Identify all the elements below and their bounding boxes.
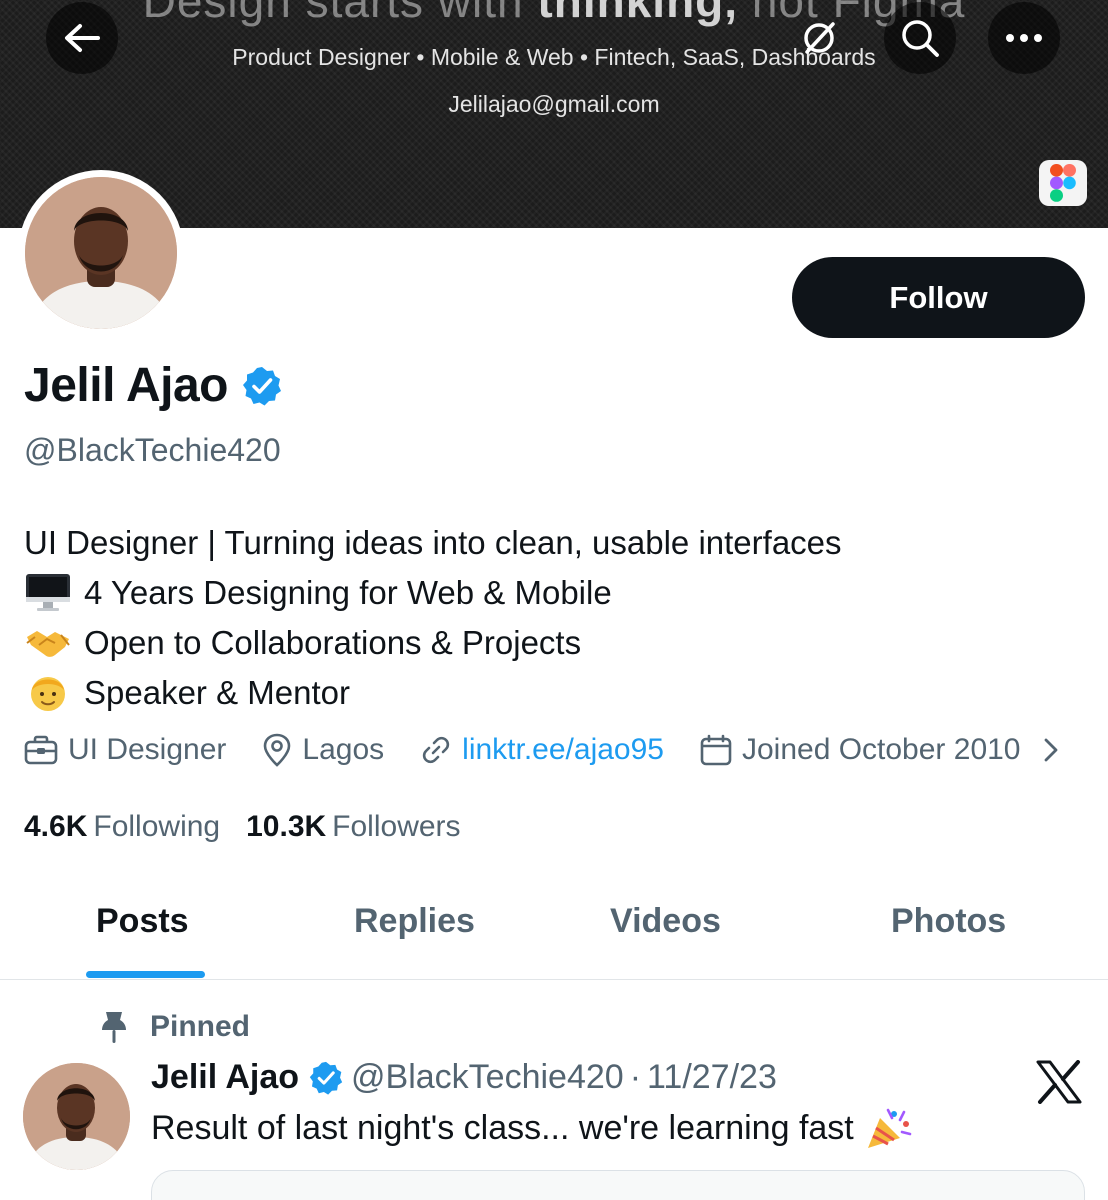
location-item: Lagos xyxy=(262,733,384,767)
profile-name-row: Jelil Ajao xyxy=(24,358,282,413)
bio-line: UI Designer | Turning ideas into clean, … xyxy=(24,518,1094,568)
post-media-card[interactable] xyxy=(151,1170,1085,1200)
handshake-icon xyxy=(24,621,72,665)
profession-item: UI Designer xyxy=(24,733,226,767)
website-link[interactable]: linktr.ee/ajao95 xyxy=(462,733,664,767)
x-logo-icon xyxy=(1036,1060,1082,1104)
pinned-label: Pinned xyxy=(150,1010,251,1043)
profile-meta: UI Designer Lagos linktr.ee/ajao95 Joine… xyxy=(24,733,1059,767)
verified-badge-icon[interactable] xyxy=(242,366,282,406)
avatar-image xyxy=(25,177,177,329)
profile-stats: 4.6K Following 10.3K Followers xyxy=(24,810,487,844)
briefcase-icon xyxy=(24,735,58,765)
location-pin-icon xyxy=(264,733,291,767)
profile-tabs: Posts Replies Videos Photos xyxy=(0,880,1108,980)
joined-text: Joined October 2010 xyxy=(741,733,1021,766)
bio-line-text: Open to Collaborations & Projects xyxy=(84,624,582,661)
post-separator: · xyxy=(629,1058,642,1096)
following-label: Following xyxy=(93,810,221,843)
banner-email: Jelilajao@gmail.com xyxy=(448,91,660,117)
display-name: Jelil Ajao xyxy=(24,359,228,412)
profile-handle: @BlackTechie420 xyxy=(24,432,281,468)
post-text: Result of last night's class... we're le… xyxy=(151,1106,914,1150)
following-count: 4.6K xyxy=(24,810,88,843)
desktop-computer-icon xyxy=(24,571,72,615)
post-header: Jelil Ajao @BlackTechie420 · 11/27/23 xyxy=(151,1058,777,1097)
pin-icon xyxy=(102,1012,126,1043)
location-text: Lagos xyxy=(302,733,385,766)
profile-avatar[interactable] xyxy=(18,170,184,336)
bio-line-text: UI Designer | Turning ideas into clean, … xyxy=(24,524,842,561)
search-icon xyxy=(902,20,939,57)
more-dots-icon xyxy=(1006,34,1042,42)
chevron-right-icon[interactable] xyxy=(1043,737,1059,763)
tab-posts[interactable]: Posts xyxy=(96,902,189,941)
banner-headline-bold: thinking, xyxy=(537,0,739,27)
party-popper-icon xyxy=(867,1108,912,1148)
post-author-avatar[interactable] xyxy=(23,1063,130,1170)
arrow-left-icon xyxy=(65,24,100,52)
following-stat[interactable]: 4.6K Following xyxy=(24,810,220,844)
more-options-button[interactable] xyxy=(988,2,1060,74)
pinned-label-row: Pinned xyxy=(100,1010,250,1044)
grok-button[interactable] xyxy=(783,2,855,74)
verified-badge-icon[interactable] xyxy=(309,1061,343,1095)
link-icon xyxy=(422,736,450,764)
bio-line: Speaker & Mentor xyxy=(24,668,1094,718)
post-text-content: Result of last night's class... we're le… xyxy=(151,1108,854,1147)
followers-label: Followers xyxy=(332,810,461,843)
search-button[interactable] xyxy=(884,2,956,74)
grok-icon xyxy=(804,22,835,54)
bio-line: 4 Years Designing for Web & Mobile xyxy=(24,568,1094,618)
banner-headline-text: Design starts with xyxy=(142,0,538,27)
followers-stat[interactable]: 10.3K Followers xyxy=(246,810,460,844)
profession-text: UI Designer xyxy=(68,733,227,766)
calendar-icon xyxy=(700,734,732,766)
post-author-handle[interactable]: @BlackTechie420 xyxy=(351,1058,624,1097)
bio-line: Open to Collaborations & Projects xyxy=(24,618,1094,668)
website-item[interactable]: linktr.ee/ajao95 xyxy=(420,733,664,767)
figma-icon xyxy=(1039,160,1087,206)
active-tab-indicator xyxy=(86,971,205,978)
tab-videos[interactable]: Videos xyxy=(610,902,721,941)
tab-photos[interactable]: Photos xyxy=(891,902,1006,941)
follow-button[interactable]: Follow xyxy=(792,257,1085,338)
back-button[interactable] xyxy=(46,2,118,74)
person-icon xyxy=(24,671,72,715)
profile-bio: UI Designer | Turning ideas into clean, … xyxy=(24,518,1094,718)
post-author-name[interactable]: Jelil Ajao xyxy=(151,1058,299,1097)
joined-item[interactable]: Joined October 2010 xyxy=(700,733,1021,767)
tab-replies[interactable]: Replies xyxy=(354,902,475,941)
post-date[interactable]: 11/27/23 xyxy=(647,1058,777,1097)
followers-count: 10.3K xyxy=(246,810,327,843)
bio-line-text: Speaker & Mentor xyxy=(84,674,350,711)
bio-line-text: 4 Years Designing for Web & Mobile xyxy=(84,574,612,611)
